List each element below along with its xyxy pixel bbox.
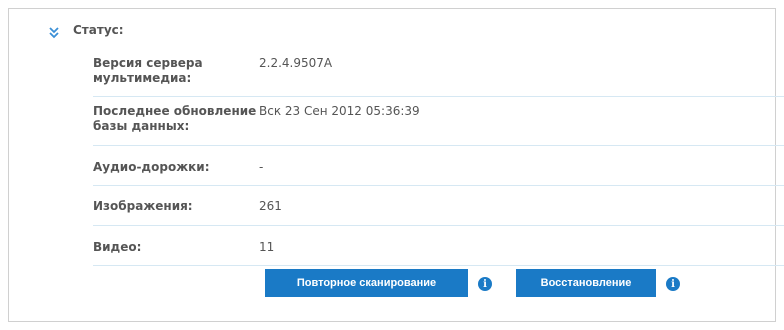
audio-tracks-value: - <box>259 160 264 174</box>
images-value: 261 <box>259 199 282 213</box>
restore-button[interactable]: Восстановление <box>516 269 656 297</box>
list-item: Версия сервера мультимедиа: 2.2.4.9507A <box>93 49 784 97</box>
list-item: Последнее обновление базы данных: Вск 23… <box>93 97 784 146</box>
list-item: Видео: 11 <box>93 226 784 266</box>
status-section-header[interactable]: Статус: <box>47 23 124 39</box>
media-server-version-value: 2.2.4.9507A <box>259 56 333 70</box>
list-item: Изображения: 261 <box>93 186 784 226</box>
status-panel: Статус: Версия сервера мультимедиа: 2.2.… <box>8 8 784 322</box>
restore-info-icon[interactable]: i <box>666 277 680 291</box>
audio-tracks-label: Аудио-дорожки: <box>93 160 210 174</box>
video-label: Видео: <box>93 240 142 254</box>
chevron-double-down-icon[interactable] <box>47 24 61 39</box>
video-value: 11 <box>259 240 275 254</box>
media-server-version-label: Версия сервера мультимедиа: <box>93 56 203 85</box>
section-title: Статус: <box>73 23 124 37</box>
rescan-button[interactable]: Повторное сканирование <box>265 269 468 297</box>
last-db-update-label: Последнее обновление базы данных: <box>93 104 257 133</box>
status-details-list: Версия сервера мультимедиа: 2.2.4.9507A … <box>93 49 784 266</box>
rescan-info-icon[interactable]: i <box>478 277 492 291</box>
list-item: Аудио-дорожки: - <box>93 146 784 186</box>
last-db-update-value: Вск 23 Сен 2012 05:36:39 <box>259 104 420 118</box>
images-label: Изображения: <box>93 199 193 213</box>
